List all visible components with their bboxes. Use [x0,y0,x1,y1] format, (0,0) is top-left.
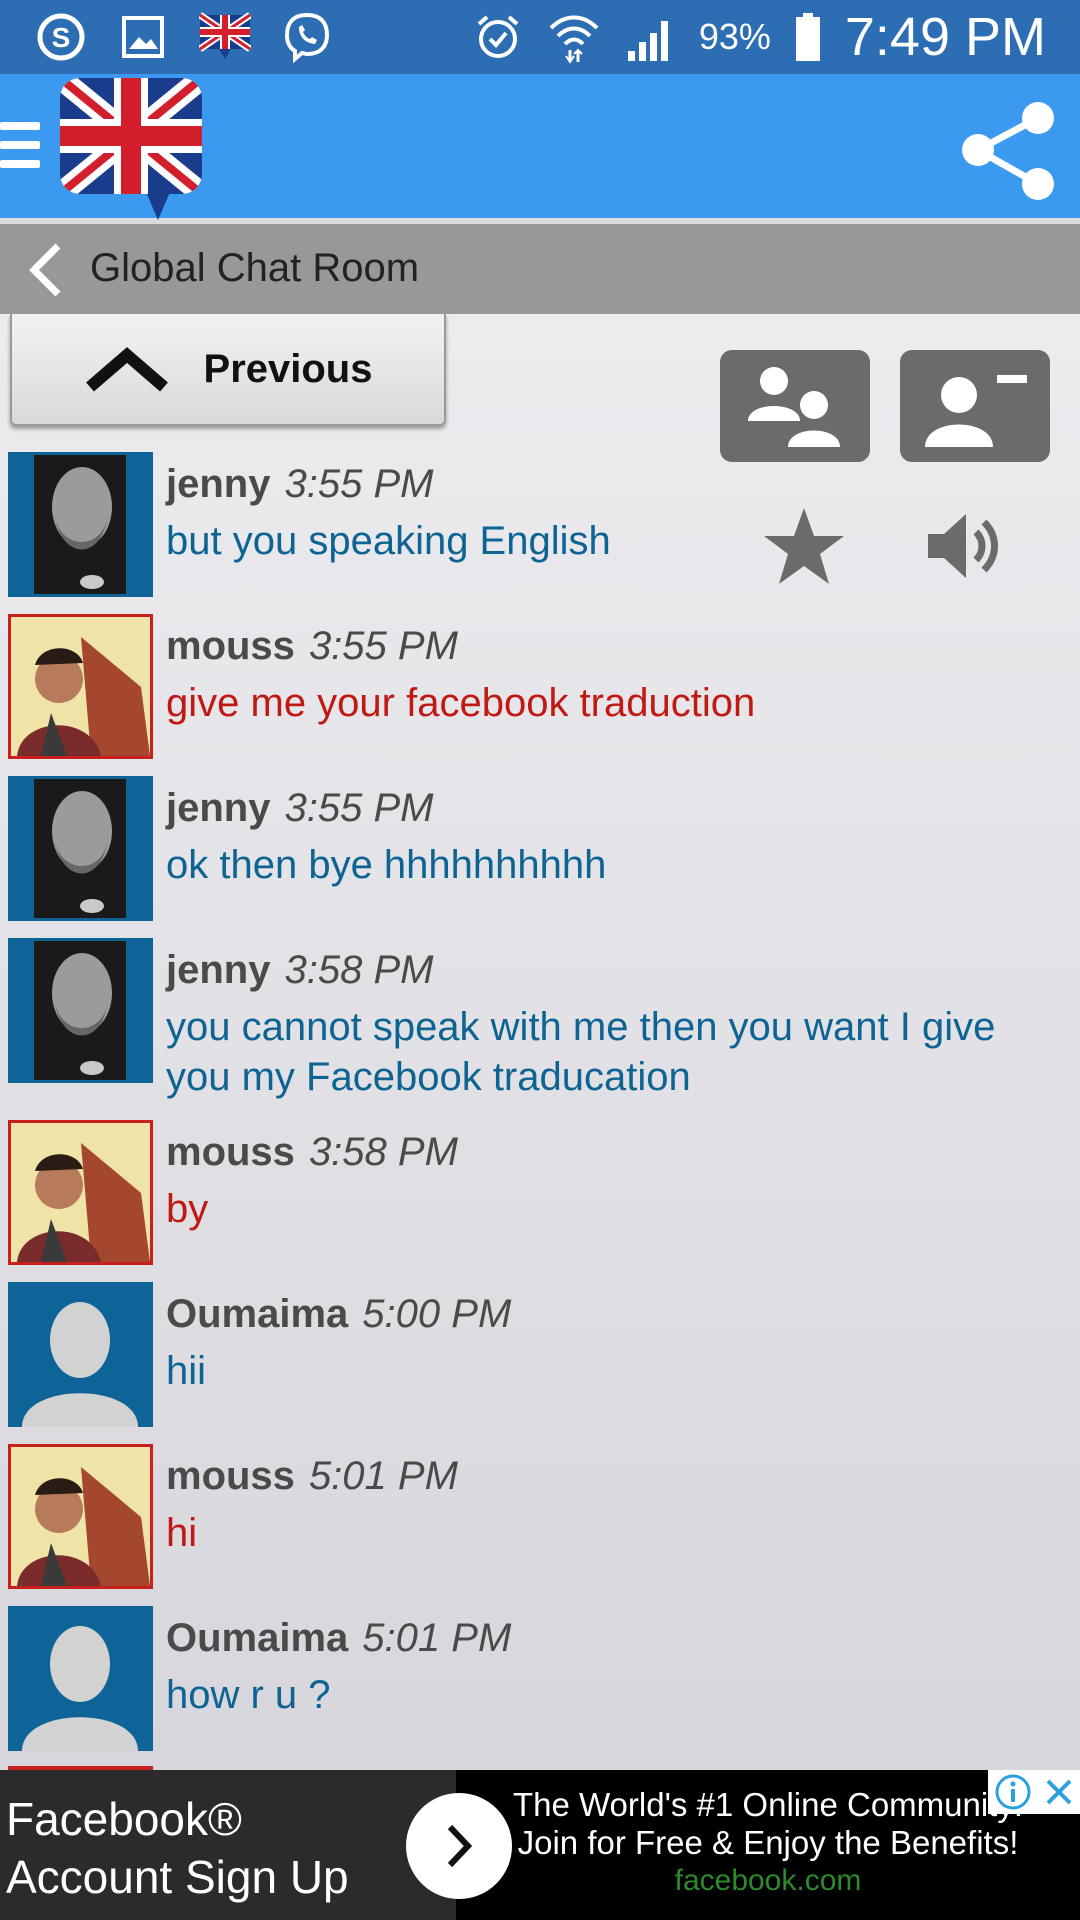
clock: 7:49 PM [844,7,1046,67]
gallery-icon [116,10,170,64]
message-text: hi [166,1511,198,1555]
close-icon[interactable] [1043,1776,1075,1808]
message-text: hii [166,1349,207,1393]
message-header: mouss 3:55 PM [166,624,458,669]
svg-text:S: S [52,22,71,53]
hamburger-menu-icon[interactable] [0,122,40,172]
message-time: 3:55 PM [308,624,458,668]
message-text: you cannot speak with me then you want I… [166,1005,996,1099]
message-header: mouss 3:58 PM [166,1130,458,1175]
ad-controls [988,1770,1080,1814]
avatar[interactable] [8,776,153,921]
chevron-up-icon [85,347,168,392]
message-time: 3:55 PM [284,786,434,830]
ad-description[interactable]: The World's #1 Online Community! Join fo… [456,1770,1080,1920]
chevron-left-icon[interactable] [26,242,66,298]
room-bar: Global Chat Room [0,224,1080,314]
avatar[interactable] [8,1120,153,1265]
avatar[interactable] [8,1606,153,1751]
status-bar: S 93% 7:49 PM [0,0,1080,74]
avatar[interactable] [8,938,153,1083]
username[interactable]: Oumaima [166,1616,348,1660]
message-text: but you speaking English [166,519,611,563]
message-text: how r u ? [166,1673,331,1717]
share-icon[interactable] [956,98,1060,202]
battery-percent: 93% [698,16,771,57]
message-time: 3:55 PM [284,462,434,506]
previous-button[interactable]: Previous [10,314,446,426]
username[interactable]: Oumaima [166,1292,348,1336]
notification-icons: S [34,10,334,64]
message-header: Oumaima 5:00 PM [166,1292,511,1337]
message-header: jenny 3:55 PM [166,462,433,507]
users-icon [748,367,840,447]
chat-area[interactable]: Previous jenny 3:55 PM but you speaking E… [0,314,1080,1770]
avatar[interactable] [8,452,153,597]
message-time: 5:01 PM [308,1454,458,1498]
avatar[interactable] [8,614,153,759]
message-text: by [166,1187,209,1231]
battery-icon [793,10,823,64]
ad-headline-line2: Account Sign Up [6,1851,349,1903]
username[interactable]: mouss [166,624,295,668]
message-header: mouss 5:01 PM [166,1454,458,1499]
wifi-icon [547,10,601,64]
ad-line2: Join for Free & Enjoy the Benefits! [517,1824,1019,1861]
username[interactable]: jenny [166,948,270,992]
ad-headline-line1: Facebook® [6,1793,242,1845]
users-button[interactable] [720,350,870,462]
message-header: Oumaima 5:01 PM [166,1616,511,1661]
message-time: 3:58 PM [308,1130,458,1174]
message-header: jenny 3:55 PM [166,786,433,831]
username[interactable]: mouss [166,1130,295,1174]
signal-icon [623,10,677,64]
ad-headline[interactable]: Facebook® Account Sign Up [6,1790,349,1906]
alarm-icon [471,10,525,64]
message-time: 5:01 PM [362,1616,512,1660]
ad-arrow-button[interactable] [406,1793,512,1899]
ad-url: facebook.com [674,1864,862,1897]
message-time: 5:00 PM [362,1292,512,1336]
avatar[interactable] [8,1282,153,1427]
username[interactable]: mouss [166,1454,295,1498]
star-icon[interactable] [762,504,846,588]
message-time: 3:58 PM [284,948,434,992]
avatar[interactable] [8,1444,153,1589]
username[interactable]: jenny [166,786,270,830]
ad-banner[interactable]: Facebook® Account Sign Up The World's #1… [0,1770,1080,1920]
skype-icon: S [34,10,88,64]
info-icon[interactable] [994,1773,1032,1811]
viber-icon [280,10,334,64]
remove-contact-button[interactable] [900,350,1050,462]
username[interactable]: jenny [166,462,270,506]
uk-flag-icon [198,10,252,64]
remove-contact-icon [925,375,1027,447]
app-bar [0,74,1080,220]
message-text: ok then bye hhhhhhhhhh [166,843,607,887]
chevron-right-icon [447,1824,473,1868]
ad-line1: The World's #1 Online Community! [512,1786,1024,1823]
message-header: jenny 3:58 PM [166,948,433,993]
speaker-icon[interactable] [922,504,1006,588]
previous-label: Previous [203,346,373,391]
message-text: give me your facebook traduction [166,681,756,725]
room-title: Global Chat Room [90,246,420,290]
uk-flag-chat-logo[interactable] [58,76,204,220]
